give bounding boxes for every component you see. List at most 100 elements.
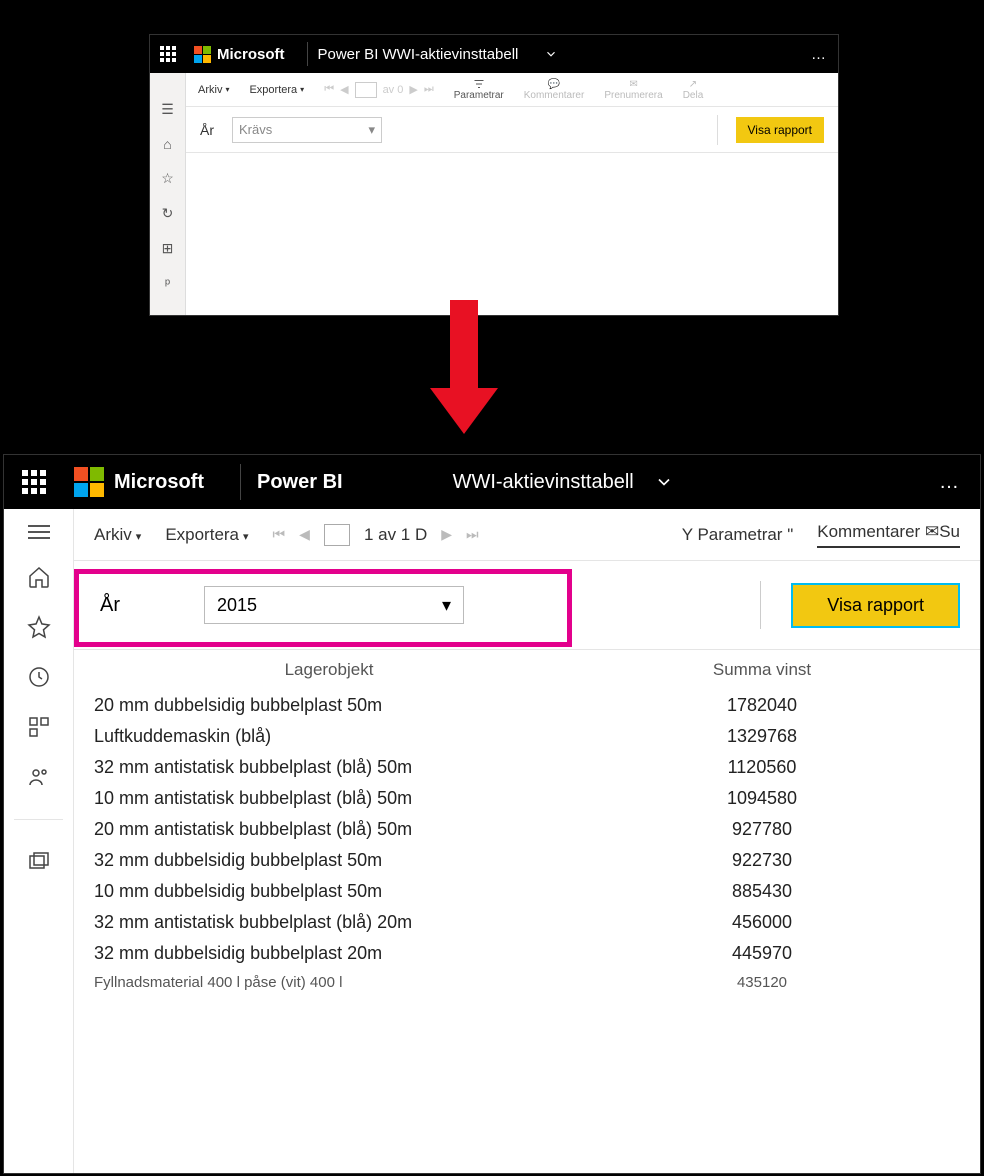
table-row[interactable]: 32 mm dubbelsidig bubbelplast 20m445970 [94, 938, 960, 969]
table-row[interactable]: 20 mm dubbelsidig bubbelplast 50m1782040 [94, 690, 960, 721]
next-page-icon[interactable]: ▶ [409, 83, 417, 96]
chevron-down-icon[interactable] [654, 472, 674, 492]
header-divider [240, 464, 241, 500]
cell-item: 20 mm antistatisk bubbelplast (blå) 50m [94, 819, 564, 840]
cell-value: 885430 [564, 881, 960, 902]
star-icon[interactable]: ☆ [161, 170, 174, 187]
top-toolbar: Arkiv▾ Exportera▾ ⏮ ◀ av 0 ▶ ⏭ Parametra… [186, 73, 838, 107]
chevron-down-icon: ▾ [368, 122, 375, 138]
visa-rapport-button[interactable]: Visa rapport [791, 583, 960, 628]
table-row[interactable]: 32 mm dubbelsidig bubbelplast 50m922730 [94, 845, 960, 876]
top-powerbi-window: Microsoft Power BI WWI-aktievinsttabell … [149, 34, 839, 316]
cell-item: Luftkuddemaskin (blå) [94, 726, 564, 747]
table-header: Lagerobjekt Summa vinst [94, 650, 960, 690]
app-launcher-icon[interactable] [22, 470, 46, 494]
cell-value: 922730 [564, 850, 960, 871]
hamburger-icon[interactable]: ☰ [161, 101, 174, 118]
brand-label: Microsoft [217, 46, 285, 63]
page-of-label: 1 av 1 D [364, 525, 427, 545]
page-input[interactable] [324, 524, 350, 546]
cell-value: 456000 [564, 912, 960, 933]
star-icon[interactable] [27, 615, 51, 639]
more-icon[interactable]: … [939, 471, 962, 494]
param-label: År [200, 122, 214, 138]
next-page-icon[interactable]: ▶ [441, 526, 452, 543]
chevron-down-icon: ▾ [442, 595, 451, 616]
page-input[interactable] [355, 82, 377, 98]
prenumerera-button[interactable]: ✉ Prenumerera [604, 79, 662, 101]
page-navigator[interactable]: ⏮ ◀ av 0 ▶ ⏭ [324, 82, 434, 98]
last-page-icon[interactable]: ⏭ [466, 526, 479, 543]
mail-icon: ✉ [925, 522, 939, 541]
prev-page-icon[interactable]: ◀ [340, 83, 348, 96]
first-page-icon[interactable]: ⏮ [273, 526, 286, 543]
cell-item: 32 mm antistatisk bubbelplast (blå) 20m [94, 912, 564, 933]
cell-item: 32 mm dubbelsidig bubbelplast 50m [94, 850, 564, 871]
table-row[interactable]: Luftkuddemaskin (blå)1329768 [94, 721, 960, 752]
microsoft-logo-icon [194, 46, 211, 63]
col-summa-vinst: Summa vinst [564, 660, 960, 680]
top-sidebar: ☰ ⌂ ☆ ↻ ⊞ ᵖ [150, 73, 186, 315]
year-select[interactable]: 2015 ▾ [204, 586, 464, 624]
app-launcher-icon[interactable] [160, 46, 176, 62]
apps-icon[interactable]: ⊞ [162, 240, 174, 257]
page-title: WWI-aktievinsttabell [453, 471, 634, 494]
more-icon[interactable]: … [811, 46, 828, 63]
arkiv-menu[interactable]: Arkiv▾ [94, 525, 141, 545]
param-label: År [100, 594, 120, 617]
parametrar-button[interactable]: Y Parametrar " [682, 525, 794, 545]
table-row[interactable]: 20 mm antistatisk bubbelplast (blå) 50m9… [94, 814, 960, 845]
table-body: 20 mm dubbelsidig bubbelplast 50m1782040… [94, 690, 960, 996]
kommentarer-button[interactable]: 💬 Kommentarer [524, 79, 585, 101]
table-row[interactable]: 32 mm antistatisk bubbelplast (blå) 50m1… [94, 752, 960, 783]
home-icon[interactable] [27, 565, 51, 589]
arkiv-menu[interactable]: Arkiv▾ [198, 84, 229, 96]
comment-icon: 💬 [548, 79, 560, 90]
top-header: Microsoft Power BI WWI-aktievinsttabell … [150, 35, 838, 73]
header-divider [307, 42, 308, 66]
microsoft-logo-icon [74, 467, 104, 497]
last-page-icon[interactable]: ⏭ [424, 83, 434, 96]
share-icon: ↗ [689, 79, 697, 90]
top-parameter-row: År Krävs ▾ Visa rapport [186, 107, 838, 153]
recent-icon[interactable] [27, 665, 51, 689]
cell-item: 32 mm antistatisk bubbelplast (blå) 50m [94, 757, 564, 778]
kommentarer-button[interactable]: Kommentarer ✉Su [817, 522, 960, 548]
workspaces-icon[interactable] [27, 850, 51, 874]
exportera-menu[interactable]: Exportera▾ [165, 525, 248, 545]
cell-item: 20 mm dubbelsidig bubbelplast 50m [94, 695, 564, 716]
shared-icon[interactable] [27, 765, 51, 789]
page-of-label: av 0 [383, 84, 404, 96]
recent-icon[interactable]: ↻ [162, 205, 174, 222]
cell-item: 10 mm antistatisk bubbelplast (blå) 50m [94, 788, 564, 809]
cell-value: 1120560 [564, 757, 960, 778]
dela-button[interactable]: ↗ Dela [683, 79, 704, 101]
bottom-toolbar: Arkiv▾ Exportera▾ ⏮ ◀ 1 av 1 D ▶ ⏭ Y Par… [74, 509, 980, 561]
home-icon[interactable]: ⌂ [163, 136, 171, 152]
cell-item: 10 mm dubbelsidig bubbelplast 50m [94, 881, 564, 902]
year-select-value: 2015 [217, 595, 257, 616]
first-page-icon[interactable]: ⏮ [324, 83, 334, 96]
table-row[interactable]: 10 mm antistatisk bubbelplast (blå) 50m1… [94, 783, 960, 814]
apps-icon[interactable] [27, 715, 51, 739]
prev-page-icon[interactable]: ◀ [299, 526, 310, 543]
table-row[interactable]: 10 mm dubbelsidig bubbelplast 50m885430 [94, 876, 960, 907]
param-divider [717, 115, 718, 145]
page-navigator[interactable]: ⏮ ◀ 1 av 1 D ▶ ⏭ [273, 524, 479, 546]
chevron-down-icon[interactable] [544, 47, 558, 61]
cell-item: 32 mm dubbelsidig bubbelplast 20m [94, 943, 564, 964]
cell-item: Fyllnadsmaterial 400 l påse (vit) 400 l [94, 974, 564, 991]
table-row[interactable]: Fyllnadsmaterial 400 l påse (vit) 400 l4… [94, 969, 960, 996]
shared-icon[interactable]: ᵖ [165, 275, 170, 291]
table-row[interactable]: 32 mm antistatisk bubbelplast (blå) 20m4… [94, 907, 960, 938]
parametrar-button[interactable]: Parametrar [454, 78, 504, 101]
sidebar-divider [14, 819, 62, 820]
param-divider [760, 581, 761, 629]
year-select[interactable]: Krävs ▾ [232, 117, 382, 143]
mail-icon: ✉ [629, 79, 637, 90]
cell-value: 1094580 [564, 788, 960, 809]
hamburger-icon[interactable] [28, 525, 50, 539]
bottom-header: Microsoft Power BI WWI-aktievinsttabell … [4, 455, 980, 509]
visa-rapport-button[interactable]: Visa rapport [736, 117, 824, 143]
exportera-menu[interactable]: Exportera▾ [249, 84, 304, 96]
